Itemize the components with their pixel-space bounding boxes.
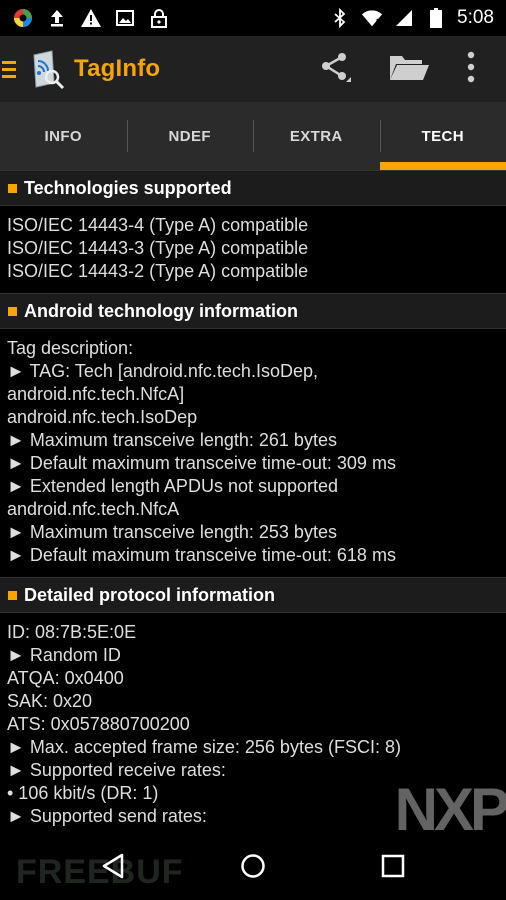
section-bullet-icon [8, 306, 17, 316]
share-icon[interactable] [318, 50, 352, 88]
image-icon [114, 7, 136, 29]
info-line: ► TAG: Tech [android.nfc.tech.IsoDep, [7, 361, 318, 381]
status-bar: 5:08 [0, 0, 506, 36]
info-line: ► Maximum transceive length: 261 bytes [7, 430, 337, 450]
section-body: ISO/IEC 14443-4 (Type A) compatible ISO/… [0, 206, 506, 293]
info-line: ISO/IEC 14443-3 (Type A) compatible [7, 238, 309, 258]
folder-icon[interactable] [388, 52, 430, 86]
section-technologies-supported: Technologies supported ISO/IEC 14443-4 (… [0, 170, 506, 293]
status-bar-notifications [0, 7, 170, 29]
signal-icon [393, 7, 415, 29]
info-line: SAK: 0x20 [7, 691, 93, 711]
section-body: Tag description: ► TAG: Tech [android.nf… [0, 329, 506, 577]
warning-icon [80, 7, 102, 29]
app-bar: TagInfo [0, 36, 506, 102]
section-bullet-icon [8, 183, 17, 193]
info-line: ► Extended length APDUs not supported [7, 476, 339, 496]
status-bar-system: 5:08 [329, 7, 506, 29]
nxp-logo-watermark: NXP [394, 776, 506, 834]
info-line: android.nfc.tech.NfcA [7, 499, 180, 519]
tab-info[interactable]: INFO [0, 102, 127, 170]
section-bullet-icon [8, 590, 17, 600]
info-line: ► Random ID [7, 645, 121, 665]
section-title: Detailed protocol information [24, 584, 276, 605]
section-title: Technologies supported [24, 177, 232, 198]
info-line: ISO/IEC 14443-4 (Type A) compatible [7, 215, 309, 235]
app-title: TagInfo [74, 55, 161, 82]
tab-tech[interactable]: TECH [379, 102, 506, 170]
taginfo-logo-icon [22, 47, 66, 91]
app-bar-actions [318, 50, 506, 88]
info-line: ► Maximum transceive length: 253 bytes [7, 522, 337, 542]
upload-icon [46, 7, 68, 29]
info-line: ► Default maximum transceive time-out: 6… [7, 545, 396, 565]
status-time: 5:08 [457, 7, 494, 28]
info-line: ATQA: 0x0400 [7, 668, 124, 688]
lock-icon [148, 7, 170, 29]
bluetooth-icon [329, 7, 351, 29]
info-line: ISO/IEC 14443-2 (Type A) compatible [7, 261, 309, 281]
app-colorful-icon [12, 7, 34, 29]
info-line: ► Default maximum transceive time-out: 3… [7, 453, 396, 473]
info-line: ► Max. accepted frame size: 256 bytes (F… [7, 737, 401, 757]
info-line: Tag description: [7, 338, 134, 358]
section-header: Technologies supported [0, 170, 506, 206]
battery-icon [425, 7, 447, 29]
info-line: android.nfc.tech.NfcA] [7, 384, 185, 404]
tab-bar: INFO NDEF EXTRA TECH [0, 102, 506, 170]
section-title: Android technology information [24, 300, 298, 321]
wifi-icon [361, 7, 383, 29]
system-navigation-bar: FREEBUF [0, 833, 506, 900]
section-header: Detailed protocol information [0, 577, 506, 613]
section-android-technology-information: Android technology information Tag descr… [0, 293, 506, 577]
tech-content[interactable]: Technologies supported ISO/IEC 14443-4 (… [0, 170, 506, 833]
info-line: ATS: 0x057880700200 [7, 714, 190, 734]
navigation-drawer-icon[interactable] [2, 60, 16, 78]
recents-icon[interactable] [378, 851, 408, 881]
tab-extra[interactable]: EXTRA [253, 102, 380, 170]
section-header: Android technology information [0, 293, 506, 329]
tab-ndef[interactable]: NDEF [126, 102, 254, 170]
home-icon[interactable] [238, 851, 268, 881]
back-icon[interactable] [98, 851, 128, 881]
info-line: android.nfc.tech.IsoDep [7, 407, 198, 427]
overflow-menu-icon[interactable] [466, 50, 476, 88]
info-line: ID: 08:7B:5E:0E [7, 622, 137, 642]
